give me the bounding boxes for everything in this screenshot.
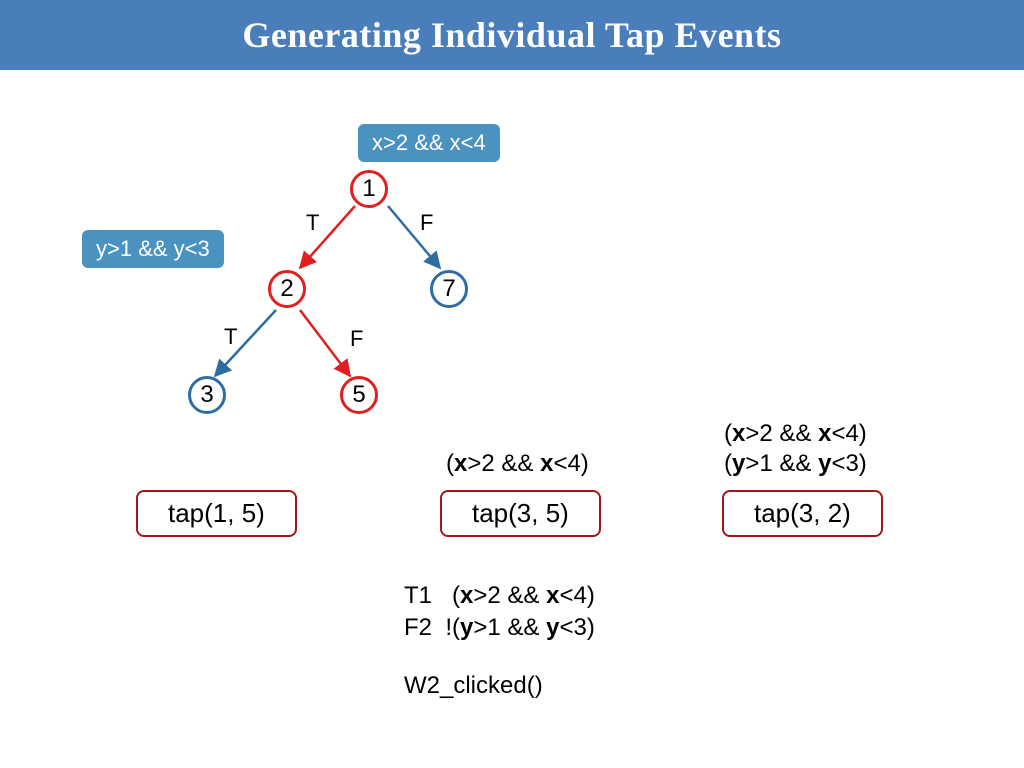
trace-wclick: W2_clicked() <box>404 670 543 701</box>
tap-box-a: tap(1, 5) <box>136 490 297 537</box>
node-2: 2 <box>268 270 306 308</box>
constraint-c1: (x>2 && x<4) <box>724 418 867 449</box>
edge-label-t1: T <box>306 210 319 236</box>
trace-f2: F2 !(y>1 && y<3) <box>404 612 595 643</box>
tree-edges <box>0 70 1024 768</box>
tap-box-b: tap(3, 5) <box>440 490 601 537</box>
condition-tag-x: x>2 && x<4 <box>358 124 500 162</box>
trace-t1: T1 (x>2 && x<4) <box>404 580 595 611</box>
edge-label-f2: F <box>350 326 363 352</box>
slide-title: Generating Individual Tap Events <box>0 0 1024 70</box>
constraint-c2: (y>1 && y<3) <box>724 448 867 479</box>
edge-label-t2: T <box>224 324 237 350</box>
condition-tag-y: y>1 && y<3 <box>82 230 224 268</box>
diagram-stage: x>2 && x<4 y>1 && y<3 1 2 7 3 5 T F T F … <box>0 70 1024 768</box>
node-3: 3 <box>188 376 226 414</box>
edge-label-f1: F <box>420 210 433 236</box>
node-1: 1 <box>350 170 388 208</box>
tap-box-c: tap(3, 2) <box>722 490 883 537</box>
constraint-b: (x>2 && x<4) <box>446 448 589 479</box>
node-7: 7 <box>430 270 468 308</box>
node-5: 5 <box>340 376 378 414</box>
